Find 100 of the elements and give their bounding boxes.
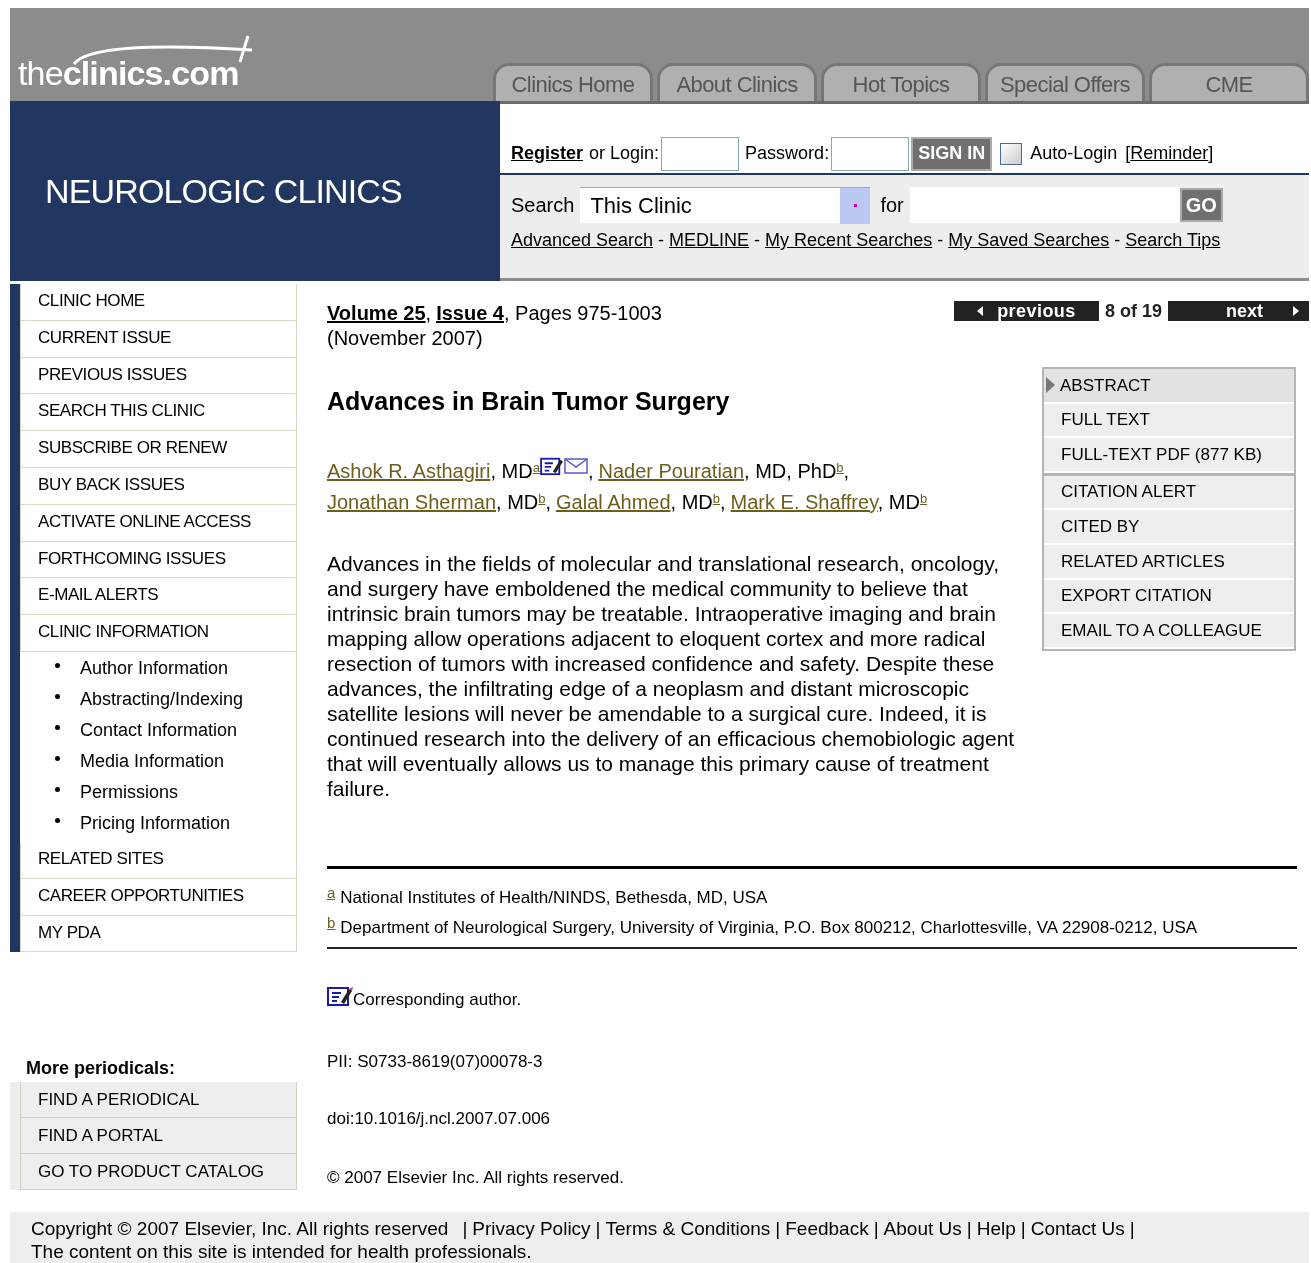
article-tool-link[interactable]: FULL TEXT (1044, 403, 1294, 439)
affiliation-link[interactable]: b (919, 490, 928, 506)
affiliation-text: Department of Neurological Surgery, University of Virginia, P.O. Box 800212, Charlottesville, VA 22908-0212, USA (340, 917, 1198, 939)
sidebar-item[interactable]: GO TO PRODUCT CATALOG (20, 1154, 297, 1191)
rights-text: © 2007 Elsevier Inc. All rights reserved. (327, 1166, 625, 1189)
affiliation-text: National Institutes of Health/NINDS, Bethesda, MD, USA (340, 887, 768, 909)
article-tool-link[interactable]: CITATION ALERT (1044, 475, 1294, 511)
sign-in-button[interactable]: SIGN IN (911, 136, 993, 171)
article-title: Advances in Brain Tumor Surgery (327, 386, 731, 417)
author-link[interactable]: Mark E. Shaffrey (730, 490, 878, 513)
footer-link[interactable]: Terms & Conditions (605, 1217, 771, 1240)
article-tool-link[interactable]: CITED BY (1044, 510, 1294, 545)
bracket-text: [ (1125, 143, 1131, 163)
search-label: Search (511, 193, 575, 218)
footer-link[interactable]: Feedback (785, 1217, 869, 1240)
scope-dropdown[interactable]: This Clinic (580, 187, 871, 223)
footnote-text: Corresponding author. (353, 989, 522, 1011)
article-tool-link[interactable]: ABSTRACT (1044, 369, 1294, 404)
separator-text: | (873, 1217, 879, 1240)
sidebar-subitem[interactable]: Pricing Information (80, 809, 231, 837)
sidebar-subitem[interactable]: Author Information (80, 654, 229, 682)
sidebar-item[interactable]: CAREER OPPORTUNITIES (20, 878, 297, 916)
footer-link[interactable]: About Us (883, 1217, 962, 1240)
right-arrow-icon (1293, 306, 1299, 316)
bullet-icon (55, 693, 60, 699)
separator-text: | (1020, 1217, 1026, 1240)
sidebar-subitem[interactable]: Abstracting/Indexing (80, 685, 244, 713)
search-link[interactable]: My Recent Searches (765, 227, 933, 254)
envelope-icon[interactable] (563, 457, 588, 474)
degree-text: , MD, PhD (744, 459, 837, 482)
bullet-icon (55, 755, 60, 761)
sidebar-subitem[interactable]: Media Information (80, 747, 225, 775)
footer-link[interactable]: Contact Us (1030, 1217, 1125, 1240)
affiliation-link[interactable]: b (712, 490, 720, 506)
sidebar-item[interactable]: E-MAIL ALERTS (20, 578, 297, 616)
author-link[interactable]: Jonathan Sherman (327, 490, 496, 513)
sidebar-item[interactable]: FIND A PERIODICAL (20, 1082, 297, 1119)
search-link[interactable]: Advanced Search (511, 227, 654, 254)
affiliation-mark[interactable]: a (327, 882, 336, 905)
note-icon (327, 984, 353, 1007)
sidebar-item[interactable]: BUY BACK ISSUES (20, 468, 297, 505)
auto-login-checkbox[interactable] (1000, 142, 1023, 165)
article-tool-link[interactable]: RELATED ARTICLES (1044, 544, 1294, 580)
sidebar-item[interactable]: MY PDA (20, 915, 297, 953)
auto-login-label: Auto-Login (1030, 142, 1118, 165)
article-tool-link[interactable]: EMAIL TO A COLLEAGUE (1044, 614, 1294, 649)
next-button[interactable]: next (1168, 301, 1309, 321)
author-link[interactable]: Ashok R. Asthagiri (327, 459, 491, 482)
sidebar-item[interactable]: RELATED SITES (20, 841, 297, 879)
footer-notice: The content on this site is intended for health professionals. (31, 1240, 533, 1263)
password-field[interactable] (831, 136, 910, 171)
sidebar-item[interactable]: CLINIC HOME (20, 284, 297, 321)
sidebar-item[interactable]: FIND A PORTAL (20, 1118, 297, 1155)
sidebar-item[interactable]: SEARCH THIS CLINIC (20, 394, 297, 432)
search-link[interactable]: My Saved Searches (948, 227, 1110, 254)
journal-title: NEUROLOGIC CLINICS (45, 170, 402, 212)
login-field[interactable] (661, 136, 740, 171)
sidebar-subitem[interactable]: Contact Information (80, 716, 238, 744)
affiliation-link[interactable]: b (538, 490, 546, 506)
selected-arrow-icon (1046, 377, 1055, 394)
sidebar-subitem[interactable]: Permissions (80, 778, 179, 806)
separator-text: - (937, 229, 944, 252)
separator-text: | (1129, 1217, 1135, 1240)
login-label: or Login: (589, 142, 660, 165)
left-arrow-icon (977, 306, 984, 316)
issue-link[interactable]: Issue 4 (436, 302, 504, 324)
footer-link[interactable]: Privacy Policy (472, 1217, 591, 1240)
author-link[interactable]: Galal Ahmed (556, 490, 671, 513)
search-link[interactable]: MEDLINE (669, 227, 750, 254)
register-link[interactable]: Register (511, 140, 584, 167)
separator-text: | (595, 1217, 601, 1240)
affiliation-mark[interactable]: b (327, 912, 336, 935)
article-tool-link[interactable]: FULL-TEXT PDF (877 KB) (1044, 438, 1294, 473)
sidebar-item[interactable]: PREVIOUS ISSUES (20, 357, 297, 395)
author-link[interactable]: Nader Pouratian (598, 459, 745, 482)
abstract-text: Advances in the fields of molecular and translational research, oncology, and surgery have emboldened the medical community to believe that intrinsic brain tumors may be treatable. Intraoperative imaging and brain mapping allow operations adjacent to eloquent cortex and more radical resection of tumors with increased confidence and safety. Despite these advances, the infiltrating edge of a neoplasm and distant microscopic satellite lesions will never be amendable to a surgical cure. Indeed, it is continued research into the delivery of an efficacious chemobiologic agent that will eventually allows us to manage this primary cause of treatment failure. (327, 550, 1016, 801)
sidebar-item[interactable]: ACTIVATE ONLINE ACCESS (20, 504, 297, 542)
copyright-text: Copyright © 2007 Elsevier, Inc. All rights reserved (31, 1217, 449, 1240)
search-field[interactable] (909, 187, 1180, 223)
go-button[interactable]: GO (1179, 188, 1223, 222)
separator-text: | (462, 1217, 468, 1240)
bullet-icon (55, 817, 60, 823)
separator-text: - (1114, 229, 1121, 252)
search-link[interactable]: Search Tips (1125, 227, 1221, 254)
sidebar-item[interactable]: CLINIC INFORMATION (20, 615, 297, 652)
sidebar-item[interactable]: CURRENT ISSUE (20, 320, 297, 358)
footer-link[interactable]: Help (976, 1217, 1016, 1240)
bullet-icon (55, 786, 60, 792)
sidebar-item[interactable]: FORTHCOMING ISSUES (20, 541, 297, 579)
comma-text: , (425, 302, 432, 324)
comma-text: , (545, 490, 552, 513)
affiliation-link[interactable]: b (836, 459, 844, 475)
previous-button[interactable]: previous (953, 301, 1099, 321)
volume-link[interactable]: Volume 25 (327, 302, 426, 324)
note-icon[interactable] (539, 455, 564, 476)
sidebar-item[interactable]: SUBSCRIBE OR RENEW (20, 431, 297, 468)
bullet-icon (55, 724, 60, 730)
separator-text: - (754, 229, 761, 252)
article-tool-link[interactable]: EXPORT CITATION (1044, 579, 1294, 615)
affiliation-link[interactable]: a (532, 459, 540, 475)
